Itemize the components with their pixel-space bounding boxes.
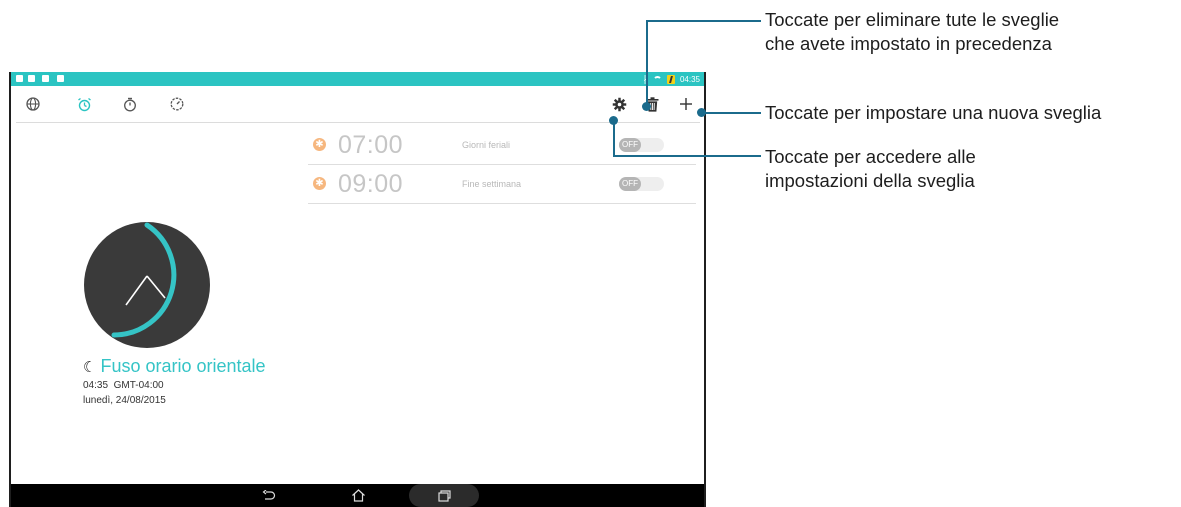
timezone-time: 04:35 GMT-04:00 — [83, 380, 164, 391]
callout-dot — [642, 102, 651, 111]
callout-dot — [609, 116, 618, 125]
alarm-toggle[interactable]: OFF — [619, 138, 664, 152]
timezone-offset: GMT-04:00 — [113, 380, 164, 391]
tab-toolbar — [11, 86, 704, 122]
callout-line — [646, 20, 761, 22]
notification-icon — [16, 75, 23, 82]
alarm-list: 07:00 Giorni feriali OFF 09:00 Fine sett… — [308, 126, 696, 204]
alarm-clock-icon[interactable] — [75, 95, 93, 113]
notification-icon — [57, 75, 64, 82]
alarm-item[interactable]: 07:00 Giorni feriali OFF — [308, 126, 696, 165]
timezone-name: ☾ Fuso orario orientale — [83, 356, 266, 377]
wifi-icon — [652, 75, 662, 83]
sun-icon — [313, 137, 326, 152]
recent-apps-icon[interactable] — [434, 488, 454, 503]
alarm-toggle[interactable]: OFF — [619, 177, 664, 191]
timezone-date: lunedì, 24/08/2015 — [83, 395, 166, 406]
timer-icon[interactable] — [168, 95, 186, 113]
callout-settings-text: Toccate per accedere alle impostazioni d… — [765, 145, 976, 193]
toolbar-divider — [16, 122, 700, 123]
callout-line — [613, 155, 761, 157]
status-bar: ∦ 04:35 — [11, 72, 704, 86]
callout-add-text: Toccate per impostare una nuova sveglia — [765, 102, 1102, 123]
globe-icon[interactable] — [24, 95, 42, 113]
status-time: 04:35 — [679, 74, 700, 84]
alarm-label: Giorni feriali — [462, 140, 511, 150]
moon-icon: ☾ — [83, 358, 97, 376]
back-icon[interactable] — [259, 488, 279, 503]
status-right: ∦ 04:35 — [643, 73, 700, 85]
notification-icon — [42, 75, 49, 82]
notification-icon — [28, 75, 35, 82]
navigation-bar — [11, 484, 704, 507]
alarm-item[interactable]: 09:00 Fine settimana OFF — [308, 165, 696, 204]
callout-line — [646, 20, 648, 106]
alarm-time: 09:00 — [338, 170, 404, 198]
callout-dot — [697, 108, 706, 117]
callout-settings-line-1: Toccate per accedere alle — [765, 146, 976, 167]
callout-line — [702, 112, 761, 114]
callout-delete-line-1: Toccate per eliminare tute le sveglie — [765, 9, 1060, 30]
alarm-time: 07:00 — [338, 131, 404, 159]
timezone-clock: 04:35 — [83, 380, 109, 391]
callout-delete-text: Toccate per eliminare tute le sveglie ch… — [765, 8, 1059, 56]
device-screen: ∦ 04:35 — [9, 72, 706, 507]
plus-icon[interactable] — [677, 95, 695, 113]
sun-icon — [313, 176, 326, 191]
toggle-state: OFF — [619, 177, 641, 191]
timezone-label: Fuso orario orientale — [100, 356, 266, 376]
analog-clock — [84, 222, 210, 348]
battery-charging-icon — [666, 74, 675, 84]
stopwatch-icon[interactable] — [121, 95, 139, 113]
home-icon[interactable] — [348, 488, 368, 503]
callout-settings-line-2: impostazioni della sveglia — [765, 170, 975, 191]
callout-delete-line-2: che avete impostato in precedenza — [765, 33, 1052, 54]
alarm-label: Fine settimana — [462, 179, 522, 189]
toggle-state: OFF — [619, 138, 641, 152]
callout-line — [613, 120, 615, 157]
settings-gear-icon[interactable] — [610, 95, 628, 113]
